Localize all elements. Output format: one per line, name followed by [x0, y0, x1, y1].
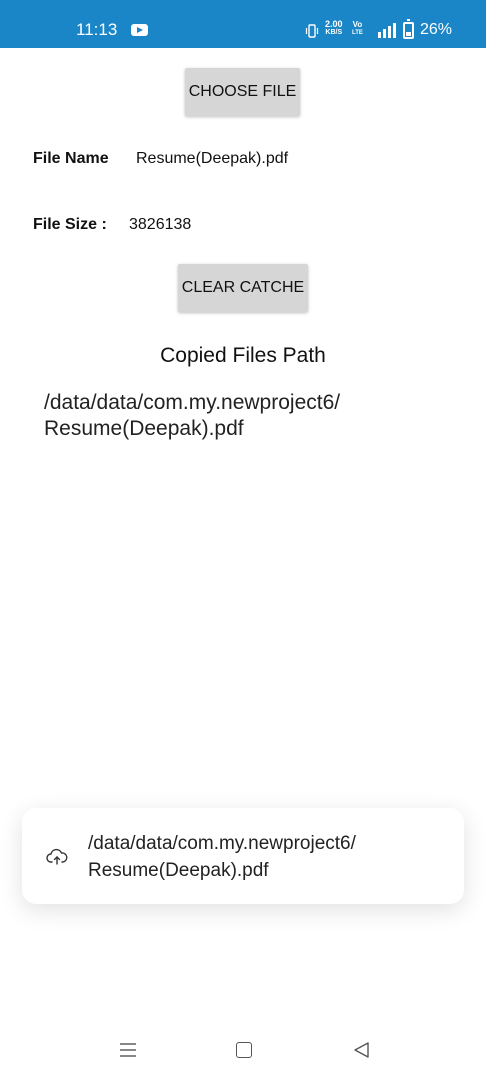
volte-indicator: Vo LTE — [352, 21, 363, 37]
net-speed-unit: KB/S — [325, 29, 343, 36]
file-size-value: 3826138 — [129, 216, 192, 233]
toast-line1: /data/data/com.my.newproject6/ — [88, 833, 356, 854]
back-icon[interactable] — [352, 1041, 370, 1059]
battery-percent: 26% — [420, 21, 453, 38]
copied-files-title: Copied Files Path — [160, 344, 326, 367]
menu-icon[interactable] — [119, 1042, 137, 1058]
vibrate-icon — [305, 24, 319, 38]
file-name-value: Resume(Deepak).pdf — [136, 150, 289, 167]
signal-icon — [378, 23, 396, 38]
toast-message: /data/data/com.my.newproject6/ Resume(De… — [88, 830, 448, 884]
file-size-label: File Size : — [33, 216, 107, 233]
net-speed-value: 2.00 — [325, 19, 343, 29]
volte-bottom: LTE — [352, 30, 363, 36]
copied-path-line2: Resume(Deepak).pdf — [44, 417, 244, 440]
toast-notification[interactable]: /data/data/com.my.newproject6/ Resume(De… — [22, 808, 464, 904]
toast-line2: Resume(Deepak).pdf — [88, 860, 269, 881]
status-time: 11:13 — [76, 20, 118, 39]
clear-cache-button[interactable]: CLEAR CATCHE — [178, 264, 308, 312]
net-speed: 2.00 KB/S — [325, 20, 343, 37]
copied-path-line1: /data/data/com.my.newproject6/ — [44, 391, 341, 414]
home-icon[interactable] — [236, 1042, 252, 1058]
choose-file-button[interactable]: CHOOSE FILE — [185, 68, 300, 116]
status-bar: 11:13 2.00 KB/S Vo LTE 26% — [0, 0, 486, 48]
battery-icon — [403, 19, 414, 39]
volte-top: Vo — [352, 20, 363, 29]
cloud-upload-icon — [46, 848, 68, 865]
youtube-icon — [131, 24, 148, 36]
file-name-label: File Name — [33, 150, 109, 167]
copied-path: /data/data/com.my.newproject6/ Resume(De… — [44, 390, 464, 442]
